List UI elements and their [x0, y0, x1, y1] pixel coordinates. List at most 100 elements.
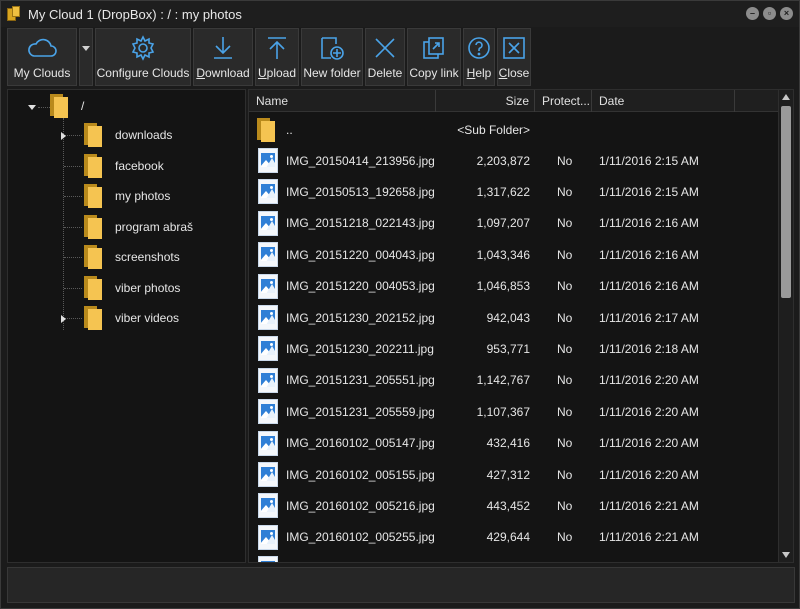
file-date: 1/11/2016 2:21 AM — [599, 498, 699, 513]
help-icon — [467, 33, 491, 63]
column-header-size[interactable]: Size — [436, 90, 535, 112]
scroll-down-icon[interactable] — [782, 552, 790, 558]
image-file-icon — [258, 524, 278, 550]
tree-item-label: program abraš — [115, 220, 194, 234]
root-collapse-toggle[interactable] — [28, 105, 36, 110]
file-row[interactable]: IMG_20151230_202152.jpg 942,043 No 1/11/201… — [249, 302, 779, 333]
image-file-icon — [258, 493, 278, 519]
tree-item-program-abras[interactable]: program abraš — [84, 213, 193, 241]
tree-item-viber-videos[interactable]: viber videos — [84, 304, 179, 332]
file-size: 429,644 — [486, 530, 530, 545]
file-protected: No — [557, 216, 573, 231]
file-date: 1/11/2016 2:20 AM — [599, 404, 699, 419]
image-file-icon — [258, 336, 278, 362]
copy-link-button[interactable]: Copy link — [407, 28, 461, 86]
copy-link-icon — [421, 33, 447, 63]
file-size: 953,771 — [486, 341, 530, 356]
file-name: IMG_20150513_192658.jpg — [286, 184, 435, 199]
tree-item-downloads[interactable]: downloads — [84, 121, 172, 149]
download-icon — [211, 33, 235, 63]
title-bar: My Cloud 1 (DropBox) : / : my photos – ▫… — [1, 1, 799, 27]
file-row[interactable]: IMG_20160102_005255.jpg 429,644 No 1/11/201… — [249, 522, 779, 553]
file-row[interactable]: IMG_20151231_205551.jpg 1,142,767 No 1/11/2… — [249, 365, 779, 396]
file-date: 1/11/2016 2:17 AM — [599, 310, 699, 325]
file-name: IMG_20151231_205551.jpg — [286, 373, 435, 388]
file-row[interactable]: IMG_20151220_004053.jpg 1,046,853 No 1/11/2… — [249, 271, 779, 302]
file-name: IMG_20160102_005255.jpg — [286, 530, 435, 545]
close-button[interactable]: Close — [497, 28, 531, 86]
file-protected: No — [557, 404, 573, 419]
close-window-button[interactable]: × — [780, 7, 793, 20]
tree-item-root[interactable]: / — [50, 92, 84, 120]
tree-item-label: viber photos — [115, 281, 181, 295]
my-clouds-button[interactable]: My Clouds — [7, 28, 77, 86]
file-row[interactable]: IMG_20151231_205559.jpg 1,107,367 No 1/11/2… — [249, 396, 779, 427]
download-button[interactable]: Download — [193, 28, 253, 86]
configure-clouds-button[interactable]: Configure Clouds — [95, 28, 191, 86]
file-protected: No — [557, 373, 573, 388]
folder-icon — [84, 123, 102, 147]
file-name: IMG_20151220_004043.jpg — [286, 247, 435, 262]
downloads-expand-toggle[interactable] — [61, 132, 66, 140]
tree-item-viber-photos[interactable]: viber photos — [84, 274, 180, 302]
parent-folder-row[interactable]: .. <Sub Folder> — [249, 114, 779, 145]
column-header-date[interactable]: Date — [592, 90, 735, 112]
help-button[interactable]: Help — [463, 28, 495, 86]
file-date: 1/11/2016 2:15 AM — [599, 184, 699, 199]
file-row[interactable]: IMG_20160102_005216.jpg 443,452 No 1/11/201… — [249, 490, 779, 521]
tree-item-facebook[interactable]: facebook — [84, 152, 164, 180]
file-row[interactable]: IMG_20151218_022143.jpg 1,097,207 No 1/11/2… — [249, 208, 779, 239]
file-size: 427,312 — [486, 467, 530, 482]
file-date: 1/11/2016 2:16 AM — [599, 279, 699, 294]
file-list: Name Size Protect... Date .. <Sub Folder… — [248, 89, 794, 563]
viber-videos-expand-toggle[interactable] — [61, 315, 66, 323]
my-clouds-dropdown[interactable] — [79, 28, 93, 86]
file-date: 1/11/2016 2:20 AM — [599, 436, 699, 451]
file-row-partial[interactable] — [249, 553, 779, 562]
file-date: 1/11/2016 2:20 AM — [599, 467, 699, 482]
file-size: 432,416 — [486, 436, 530, 451]
file-size: 1,317,622 — [476, 184, 530, 199]
file-protected: No — [557, 279, 573, 294]
scrollbar-thumb[interactable] — [781, 106, 791, 298]
file-row[interactable]: IMG_20150513_192658.jpg 1,317,622 No 1/11/2… — [249, 176, 779, 207]
file-size: 443,452 — [486, 498, 530, 513]
tree-item-my-photos[interactable]: my photos — [84, 182, 170, 210]
upload-label: Upload — [257, 66, 297, 80]
file-size: 1,142,767 — [476, 373, 530, 388]
file-name: IMG_20150414_213956.jpg — [286, 153, 435, 168]
configure-clouds-label: Configure Clouds — [96, 66, 190, 80]
file-row[interactable]: IMG_20160102_005147.jpg 432,416 No 1/11/201… — [249, 428, 779, 459]
minimize-button[interactable]: – — [746, 7, 759, 20]
folder-icon — [84, 184, 102, 208]
column-header-name[interactable]: Name — [249, 90, 436, 112]
tree-item-screenshots[interactable]: screenshots — [84, 243, 180, 271]
maximize-button[interactable]: ▫ — [763, 7, 776, 20]
file-date: 1/11/2016 2:20 AM — [599, 373, 699, 388]
file-size: 2,203,872 — [476, 153, 530, 168]
image-file-icon — [258, 179, 278, 205]
app-icon — [7, 6, 21, 22]
file-row[interactable]: IMG_20151230_202211.jpg 953,771 No 1/11/201… — [249, 333, 779, 364]
image-file-icon — [258, 430, 278, 456]
file-size: 1,107,367 — [476, 404, 530, 419]
list-header: Name Size Protect... Date — [249, 90, 779, 112]
window-controls: – ▫ × — [746, 7, 793, 20]
file-row[interactable]: IMG_20151220_004043.jpg 1,043,346 No 1/11/2… — [249, 239, 779, 270]
new-folder-button[interactable]: New folder — [301, 28, 363, 86]
file-row[interactable]: IMG_20150414_213956.jpg 2,203,872 No 1/11/2… — [249, 145, 779, 176]
column-header-protected[interactable]: Protect... — [535, 90, 592, 112]
close-icon — [502, 33, 526, 63]
download-label: Download — [196, 66, 250, 80]
upload-button[interactable]: Upload — [255, 28, 299, 86]
folder-icon — [84, 215, 102, 239]
delete-button[interactable]: Delete — [365, 28, 405, 86]
folder-tree: / downloads facebook my photos program a… — [7, 89, 246, 563]
file-row[interactable]: IMG_20160102_005155.jpg 427,312 No 1/11/201… — [249, 459, 779, 490]
file-name: .. — [286, 122, 293, 137]
vertical-scrollbar[interactable] — [778, 90, 793, 562]
file-date: 1/11/2016 2:21 AM — [599, 530, 699, 545]
image-file-icon — [258, 462, 278, 487]
toolbar: My Clouds Configure Clouds Download Uplo… — [7, 28, 795, 86]
scroll-up-icon[interactable] — [782, 94, 790, 100]
